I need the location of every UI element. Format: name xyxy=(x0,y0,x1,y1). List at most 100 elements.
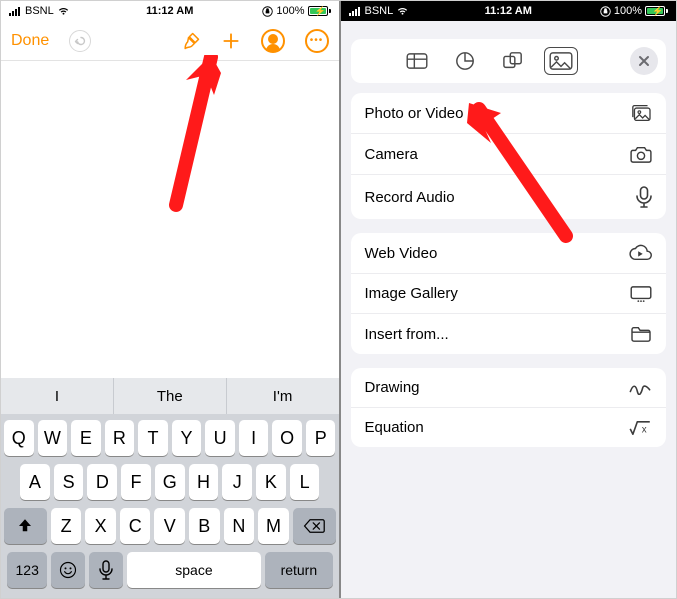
emoji-icon xyxy=(58,560,78,580)
key-o[interactable]: O xyxy=(272,420,302,456)
scribble-icon xyxy=(628,381,652,395)
done-button[interactable]: Done xyxy=(11,32,49,50)
key-v[interactable]: V xyxy=(154,508,185,544)
key-i[interactable]: I xyxy=(239,420,269,456)
menu-label: Image Gallery xyxy=(365,285,458,302)
menu-group-1: Photo or Video Camera Record Audio xyxy=(351,93,667,219)
key-c[interactable]: C xyxy=(120,508,151,544)
note-toolbar: Done ••• xyxy=(1,21,339,61)
key-f[interactable]: F xyxy=(121,464,151,500)
key-e[interactable]: E xyxy=(71,420,101,456)
key-w[interactable]: W xyxy=(38,420,68,456)
carrier-label: BSNL xyxy=(365,5,394,17)
space-key[interactable]: space xyxy=(127,552,262,588)
menu-label: Insert from... xyxy=(365,326,449,343)
clock-label: 11:12 AM xyxy=(116,5,223,17)
status-bar: BSNL 11:12 AM 100% ⚡ xyxy=(1,1,339,21)
mic-icon xyxy=(99,560,113,580)
suggestion-3[interactable]: I'm xyxy=(226,378,339,414)
menu-label: Record Audio xyxy=(365,189,455,206)
svg-text:x: x xyxy=(642,424,647,435)
camera-icon xyxy=(630,145,652,163)
key-p[interactable]: P xyxy=(306,420,336,456)
menu-record-audio[interactable]: Record Audio xyxy=(351,174,667,219)
note-body[interactable] xyxy=(1,61,339,378)
tab-tables-icon[interactable] xyxy=(400,47,434,75)
battery-icon: ⚡ xyxy=(645,6,668,16)
cloud-play-icon xyxy=(628,244,652,262)
key-l[interactable]: L xyxy=(290,464,320,500)
menu-label: Equation xyxy=(365,419,424,436)
return-key[interactable]: return xyxy=(265,552,332,588)
key-t[interactable]: T xyxy=(138,420,168,456)
key-x[interactable]: X xyxy=(85,508,116,544)
status-bar: BSNL 11:12 AM 100% ⚡ xyxy=(341,1,677,21)
key-d[interactable]: D xyxy=(87,464,117,500)
shift-icon xyxy=(16,517,34,535)
key-m[interactable]: M xyxy=(258,508,289,544)
menu-label: Web Video xyxy=(365,245,438,262)
tab-shapes-icon[interactable] xyxy=(496,47,530,75)
battery-icon: ⚡ xyxy=(308,6,331,16)
carrier-label: BSNL xyxy=(25,5,54,17)
key-n[interactable]: N xyxy=(224,508,255,544)
tab-charts-icon[interactable] xyxy=(448,47,482,75)
clock-label: 11:12 AM xyxy=(455,5,562,17)
menu-drawing[interactable]: Drawing xyxy=(351,368,667,407)
key-z[interactable]: Z xyxy=(51,508,82,544)
menu-insert-from[interactable]: Insert from... xyxy=(351,313,667,354)
close-icon xyxy=(638,55,650,67)
dictation-key[interactable] xyxy=(89,552,123,588)
more-button[interactable]: ••• xyxy=(305,29,329,53)
menu-group-2: Web Video Image Gallery Insert from... xyxy=(351,233,667,354)
battery-percent-label: 100% xyxy=(614,5,642,17)
folder-icon xyxy=(630,325,652,343)
format-brush-icon[interactable] xyxy=(181,31,201,51)
menu-group-3: Drawing Equation x xyxy=(351,368,667,447)
signal-icon xyxy=(349,7,360,16)
sqrt-icon: x xyxy=(628,420,652,436)
menu-image-gallery[interactable]: Image Gallery xyxy=(351,273,667,313)
backspace-key[interactable] xyxy=(293,508,336,544)
suggestion-2[interactable]: The xyxy=(113,378,226,414)
menu-label: Photo or Video xyxy=(365,105,464,122)
photo-stack-icon xyxy=(630,104,652,122)
suggestion-1[interactable]: I xyxy=(1,378,113,414)
tab-media-icon[interactable] xyxy=(544,47,578,75)
key-q[interactable]: Q xyxy=(4,420,34,456)
undo-button[interactable] xyxy=(69,30,91,52)
microphone-icon xyxy=(636,186,652,208)
key-h[interactable]: H xyxy=(189,464,219,500)
backspace-icon xyxy=(303,517,325,535)
menu-equation[interactable]: Equation x xyxy=(351,407,667,447)
emoji-key[interactable] xyxy=(51,552,85,588)
close-button[interactable] xyxy=(630,47,658,75)
key-j[interactable]: J xyxy=(222,464,252,500)
menu-photo-or-video[interactable]: Photo or Video xyxy=(351,93,667,133)
menu-camera[interactable]: Camera xyxy=(351,133,667,174)
add-button[interactable] xyxy=(221,31,241,51)
insert-category-tabs xyxy=(351,39,667,83)
wifi-icon xyxy=(396,6,409,16)
left-phone-note-editor: BSNL 11:12 AM 100% ⚡ Done ••• xyxy=(1,1,339,598)
keyboard: I The I'm Q W E R T Y U I O P A S D F xyxy=(1,378,339,598)
signal-icon xyxy=(9,7,20,16)
key-b[interactable]: B xyxy=(189,508,220,544)
key-g[interactable]: G xyxy=(155,464,185,500)
key-r[interactable]: R xyxy=(105,420,135,456)
annotation-arrow-icon xyxy=(156,55,226,215)
numbers-key[interactable]: 123 xyxy=(7,552,47,588)
suggestion-bar: I The I'm xyxy=(1,378,339,414)
battery-percent-label: 100% xyxy=(276,5,304,17)
orientation-lock-icon xyxy=(600,6,611,17)
menu-label: Camera xyxy=(365,146,418,163)
menu-web-video[interactable]: Web Video xyxy=(351,233,667,273)
key-y[interactable]: Y xyxy=(172,420,202,456)
share-profile-button[interactable] xyxy=(261,29,285,53)
menu-label: Drawing xyxy=(365,379,420,396)
key-u[interactable]: U xyxy=(205,420,235,456)
key-s[interactable]: S xyxy=(54,464,84,500)
shift-key[interactable] xyxy=(4,508,47,544)
key-a[interactable]: A xyxy=(20,464,50,500)
key-k[interactable]: K xyxy=(256,464,286,500)
